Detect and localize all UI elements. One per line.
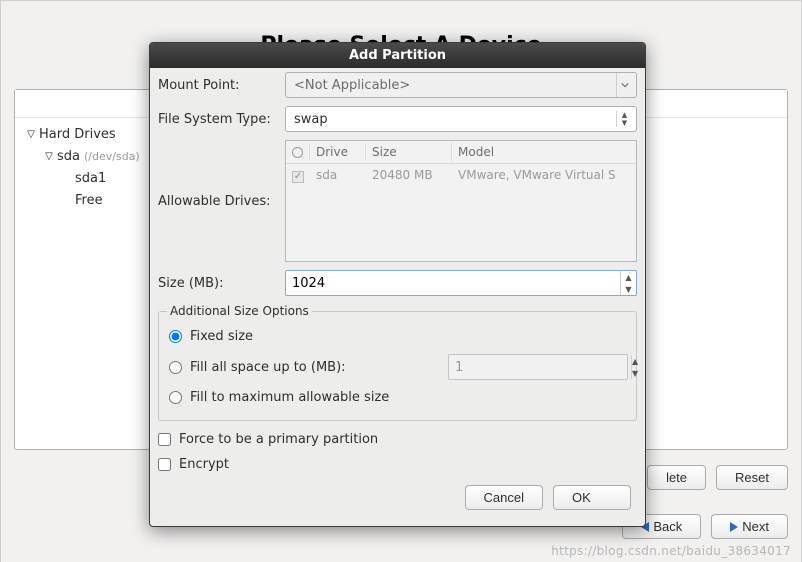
drives-header-model[interactable]: Model — [452, 143, 636, 161]
size-spinbox[interactable]: ▲▼ — [285, 270, 637, 296]
chevron-down-icon — [616, 73, 632, 97]
drive-row[interactable]: ✓ sda 20480 MB VMware, VMware Virtual S — [286, 164, 636, 187]
drives-header-size[interactable]: Size — [366, 143, 452, 161]
allowable-drives-label: Allowable Drives: — [156, 188, 281, 215]
mount-point-dropdown[interactable]: <Not Applicable> — [285, 72, 637, 98]
mount-point-label: Mount Point: — [156, 72, 281, 99]
tree-label: Free — [75, 190, 103, 212]
cancel-label: Cancel — [484, 490, 524, 505]
spin-down-icon: ▼ — [632, 367, 638, 379]
drive-model: VMware, VMware Virtual S — [452, 164, 636, 186]
next-button[interactable]: Next — [711, 514, 788, 539]
back-label: Back — [653, 519, 682, 534]
allowable-drives-list[interactable]: Drive Size Model ✓ sda 20480 MB VMware, … — [285, 140, 637, 262]
fs-type-label: File System Type: — [156, 106, 281, 133]
wizard-nav: Back Next — [622, 514, 788, 539]
cancel-button[interactable]: Cancel — [465, 485, 543, 510]
radio-fill-up-to[interactable] — [169, 361, 182, 374]
primary-checkbox[interactable] — [158, 433, 171, 446]
fill-up-to-spinbox: ▲▼ — [448, 354, 628, 380]
size-input[interactable] — [286, 271, 620, 295]
additional-size-options: Additional Size Options Fixed size Fill … — [158, 304, 637, 421]
spin-up-icon[interactable]: ▲ — [621, 271, 636, 283]
delete-button[interactable]: lete — [647, 465, 706, 490]
reset-button[interactable]: Reset — [716, 465, 788, 490]
spinner-icon: ▲▼ — [616, 111, 632, 127]
size-label: Size (MB): — [156, 270, 281, 297]
expander-icon[interactable]: ▽ — [43, 146, 55, 168]
fs-type-value: swap — [294, 112, 616, 127]
spinner-controls[interactable]: ▲▼ — [620, 271, 636, 295]
ok-button[interactable]: OK — [553, 485, 631, 510]
fs-type-dropdown[interactable]: swap ▲▼ — [285, 106, 637, 132]
reset-label: Reset — [735, 470, 769, 485]
watermark: https://blog.csdn.net/baidu_38634017 — [551, 544, 791, 558]
device-path: (/dev/sda) — [84, 146, 140, 168]
encrypt-checkbox[interactable] — [158, 458, 171, 471]
dialog-buttons: Cancel OK — [156, 477, 639, 516]
expander-icon[interactable]: ▽ — [25, 124, 37, 146]
tree-label: Hard Drives — [39, 124, 116, 146]
radio-fixed-size[interactable] — [169, 330, 182, 343]
tree-label: sda1 — [75, 168, 106, 190]
next-label: Next — [742, 519, 769, 534]
delete-label: lete — [666, 470, 687, 485]
encrypt-label: Encrypt — [179, 457, 229, 472]
radio-fill-max[interactable] — [169, 391, 182, 404]
radio-fill-max-label: Fill to maximum allowable size — [190, 390, 389, 405]
partition-toolbar: lete Reset — [647, 465, 788, 490]
arrow-right-icon — [730, 522, 738, 532]
spin-down-icon[interactable]: ▼ — [621, 283, 636, 295]
dialog-title: Add Partition — [150, 43, 645, 68]
fill-up-to-input — [449, 355, 631, 379]
primary-partition-row[interactable]: Force to be a primary partition — [156, 427, 639, 452]
spin-up-icon: ▲ — [632, 355, 638, 367]
radio-fill-max-row[interactable]: Fill to maximum allowable size — [167, 385, 628, 410]
mount-point-value: <Not Applicable> — [294, 78, 616, 93]
spinner-controls: ▲▼ — [631, 355, 638, 379]
radio-fill-up-to-row[interactable]: Fill all space up to (MB): ▲▼ — [167, 349, 628, 385]
drive-name: sda — [310, 164, 366, 186]
radio-fill-up-to-label: Fill all space up to (MB): — [190, 360, 346, 375]
drives-header-drive[interactable]: Drive — [310, 143, 366, 161]
add-partition-dialog: Add Partition Mount Point: <Not Applicab… — [149, 42, 646, 527]
additional-size-legend: Additional Size Options — [167, 304, 312, 318]
drive-size: 20480 MB — [366, 164, 452, 186]
primary-label: Force to be a primary partition — [179, 432, 378, 447]
encrypt-row[interactable]: Encrypt — [156, 452, 639, 477]
radio-fixed-label: Fixed size — [190, 329, 253, 344]
drive-checkbox[interactable]: ✓ — [292, 171, 304, 183]
drives-header-select[interactable] — [286, 143, 310, 161]
drives-header: Drive Size Model — [286, 141, 636, 164]
ok-label: OK — [572, 490, 591, 505]
radio-fixed-size-row[interactable]: Fixed size — [167, 324, 628, 349]
tree-label: sda — [57, 146, 80, 168]
